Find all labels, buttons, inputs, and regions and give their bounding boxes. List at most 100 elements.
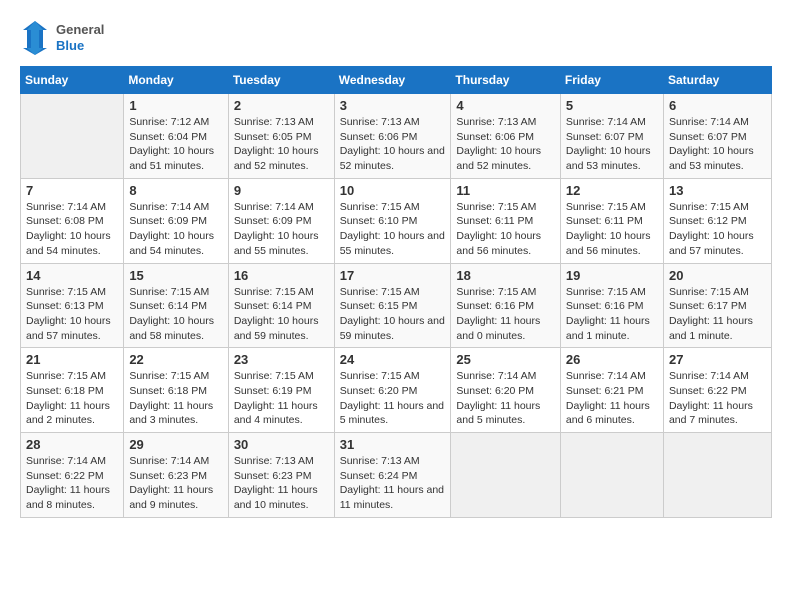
day-cell: 30 Sunrise: 7:13 AMSunset: 6:23 PMDaylig… (228, 433, 334, 518)
day-info: Sunrise: 7:14 AMSunset: 6:23 PMDaylight:… (129, 455, 213, 511)
day-info: Sunrise: 7:13 AMSunset: 6:06 PMDaylight:… (456, 116, 541, 172)
day-cell: 5 Sunrise: 7:14 AMSunset: 6:07 PMDayligh… (560, 94, 663, 179)
day-info: Sunrise: 7:14 AMSunset: 6:20 PMDaylight:… (456, 370, 540, 426)
day-info: Sunrise: 7:15 AMSunset: 6:20 PMDaylight:… (340, 370, 444, 426)
day-cell: 20 Sunrise: 7:15 AMSunset: 6:17 PMDaylig… (663, 263, 771, 348)
day-cell: 23 Sunrise: 7:15 AMSunset: 6:19 PMDaylig… (228, 348, 334, 433)
col-header-saturday: Saturday (663, 67, 771, 94)
day-number: 6 (669, 98, 766, 113)
col-header-monday: Monday (124, 67, 228, 94)
day-cell: 1 Sunrise: 7:12 AMSunset: 6:04 PMDayligh… (124, 94, 228, 179)
day-cell: 17 Sunrise: 7:15 AMSunset: 6:15 PMDaylig… (334, 263, 451, 348)
day-number: 24 (340, 352, 446, 367)
day-number: 30 (234, 437, 329, 452)
day-cell (21, 94, 124, 179)
day-info: Sunrise: 7:13 AMSunset: 6:05 PMDaylight:… (234, 116, 319, 172)
day-number: 5 (566, 98, 658, 113)
day-number: 13 (669, 183, 766, 198)
day-cell: 8 Sunrise: 7:14 AMSunset: 6:09 PMDayligh… (124, 178, 228, 263)
day-number: 16 (234, 268, 329, 283)
day-cell: 13 Sunrise: 7:15 AMSunset: 6:12 PMDaylig… (663, 178, 771, 263)
day-number: 20 (669, 268, 766, 283)
day-info: Sunrise: 7:13 AMSunset: 6:06 PMDaylight:… (340, 116, 445, 172)
week-row-3: 14 Sunrise: 7:15 AMSunset: 6:13 PMDaylig… (21, 263, 772, 348)
day-cell (663, 433, 771, 518)
day-cell: 31 Sunrise: 7:13 AMSunset: 6:24 PMDaylig… (334, 433, 451, 518)
day-number: 29 (129, 437, 222, 452)
day-cell: 3 Sunrise: 7:13 AMSunset: 6:06 PMDayligh… (334, 94, 451, 179)
day-number: 11 (456, 183, 555, 198)
day-cell: 12 Sunrise: 7:15 AMSunset: 6:11 PMDaylig… (560, 178, 663, 263)
day-cell: 21 Sunrise: 7:15 AMSunset: 6:18 PMDaylig… (21, 348, 124, 433)
day-number: 15 (129, 268, 222, 283)
day-number: 23 (234, 352, 329, 367)
day-number: 8 (129, 183, 222, 198)
day-cell: 9 Sunrise: 7:14 AMSunset: 6:09 PMDayligh… (228, 178, 334, 263)
day-cell: 18 Sunrise: 7:15 AMSunset: 6:16 PMDaylig… (451, 263, 561, 348)
day-info: Sunrise: 7:12 AMSunset: 6:04 PMDaylight:… (129, 116, 214, 172)
day-info: Sunrise: 7:14 AMSunset: 6:22 PMDaylight:… (26, 455, 110, 511)
day-info: Sunrise: 7:15 AMSunset: 6:11 PMDaylight:… (566, 201, 651, 257)
day-number: 26 (566, 352, 658, 367)
page-header: General Blue (20, 20, 772, 56)
header-row: SundayMondayTuesdayWednesdayThursdayFrid… (21, 67, 772, 94)
col-header-sunday: Sunday (21, 67, 124, 94)
week-row-4: 21 Sunrise: 7:15 AMSunset: 6:18 PMDaylig… (21, 348, 772, 433)
day-cell: 24 Sunrise: 7:15 AMSunset: 6:20 PMDaylig… (334, 348, 451, 433)
day-info: Sunrise: 7:14 AMSunset: 6:09 PMDaylight:… (129, 201, 214, 257)
day-info: Sunrise: 7:14 AMSunset: 6:08 PMDaylight:… (26, 201, 111, 257)
day-number: 3 (340, 98, 446, 113)
day-number: 14 (26, 268, 118, 283)
logo-svg (20, 20, 50, 56)
day-number: 22 (129, 352, 222, 367)
day-info: Sunrise: 7:15 AMSunset: 6:15 PMDaylight:… (340, 286, 445, 342)
day-number: 10 (340, 183, 446, 198)
day-info: Sunrise: 7:15 AMSunset: 6:18 PMDaylight:… (129, 370, 213, 426)
day-info: Sunrise: 7:13 AMSunset: 6:23 PMDaylight:… (234, 455, 318, 511)
day-cell: 29 Sunrise: 7:14 AMSunset: 6:23 PMDaylig… (124, 433, 228, 518)
day-number: 17 (340, 268, 446, 283)
week-row-1: 1 Sunrise: 7:12 AMSunset: 6:04 PMDayligh… (21, 94, 772, 179)
logo-blue: Blue (56, 38, 104, 54)
day-cell: 4 Sunrise: 7:13 AMSunset: 6:06 PMDayligh… (451, 94, 561, 179)
day-number: 9 (234, 183, 329, 198)
day-number: 21 (26, 352, 118, 367)
day-info: Sunrise: 7:13 AMSunset: 6:24 PMDaylight:… (340, 455, 444, 511)
calendar-table: SundayMondayTuesdayWednesdayThursdayFrid… (20, 66, 772, 518)
day-cell: 25 Sunrise: 7:14 AMSunset: 6:20 PMDaylig… (451, 348, 561, 433)
day-cell: 28 Sunrise: 7:14 AMSunset: 6:22 PMDaylig… (21, 433, 124, 518)
day-number: 25 (456, 352, 555, 367)
day-cell: 19 Sunrise: 7:15 AMSunset: 6:16 PMDaylig… (560, 263, 663, 348)
day-cell: 2 Sunrise: 7:13 AMSunset: 6:05 PMDayligh… (228, 94, 334, 179)
day-info: Sunrise: 7:15 AMSunset: 6:11 PMDaylight:… (456, 201, 541, 257)
day-cell: 10 Sunrise: 7:15 AMSunset: 6:10 PMDaylig… (334, 178, 451, 263)
col-header-tuesday: Tuesday (228, 67, 334, 94)
day-number: 2 (234, 98, 329, 113)
day-info: Sunrise: 7:14 AMSunset: 6:09 PMDaylight:… (234, 201, 319, 257)
logo: General Blue (20, 20, 104, 56)
day-cell: 6 Sunrise: 7:14 AMSunset: 6:07 PMDayligh… (663, 94, 771, 179)
day-cell: 7 Sunrise: 7:14 AMSunset: 6:08 PMDayligh… (21, 178, 124, 263)
col-header-friday: Friday (560, 67, 663, 94)
week-row-2: 7 Sunrise: 7:14 AMSunset: 6:08 PMDayligh… (21, 178, 772, 263)
day-info: Sunrise: 7:14 AMSunset: 6:07 PMDaylight:… (669, 116, 754, 172)
day-info: Sunrise: 7:15 AMSunset: 6:12 PMDaylight:… (669, 201, 754, 257)
day-info: Sunrise: 7:15 AMSunset: 6:10 PMDaylight:… (340, 201, 445, 257)
day-number: 28 (26, 437, 118, 452)
day-info: Sunrise: 7:15 AMSunset: 6:16 PMDaylight:… (566, 286, 650, 342)
day-number: 31 (340, 437, 446, 452)
day-number: 4 (456, 98, 555, 113)
day-info: Sunrise: 7:15 AMSunset: 6:13 PMDaylight:… (26, 286, 111, 342)
day-info: Sunrise: 7:15 AMSunset: 6:14 PMDaylight:… (234, 286, 319, 342)
day-info: Sunrise: 7:15 AMSunset: 6:16 PMDaylight:… (456, 286, 540, 342)
day-cell: 27 Sunrise: 7:14 AMSunset: 6:22 PMDaylig… (663, 348, 771, 433)
day-number: 12 (566, 183, 658, 198)
day-info: Sunrise: 7:15 AMSunset: 6:14 PMDaylight:… (129, 286, 214, 342)
day-cell (560, 433, 663, 518)
day-cell: 11 Sunrise: 7:15 AMSunset: 6:11 PMDaylig… (451, 178, 561, 263)
day-number: 1 (129, 98, 222, 113)
day-info: Sunrise: 7:14 AMSunset: 6:07 PMDaylight:… (566, 116, 651, 172)
day-cell: 26 Sunrise: 7:14 AMSunset: 6:21 PMDaylig… (560, 348, 663, 433)
day-cell: 16 Sunrise: 7:15 AMSunset: 6:14 PMDaylig… (228, 263, 334, 348)
day-cell: 22 Sunrise: 7:15 AMSunset: 6:18 PMDaylig… (124, 348, 228, 433)
